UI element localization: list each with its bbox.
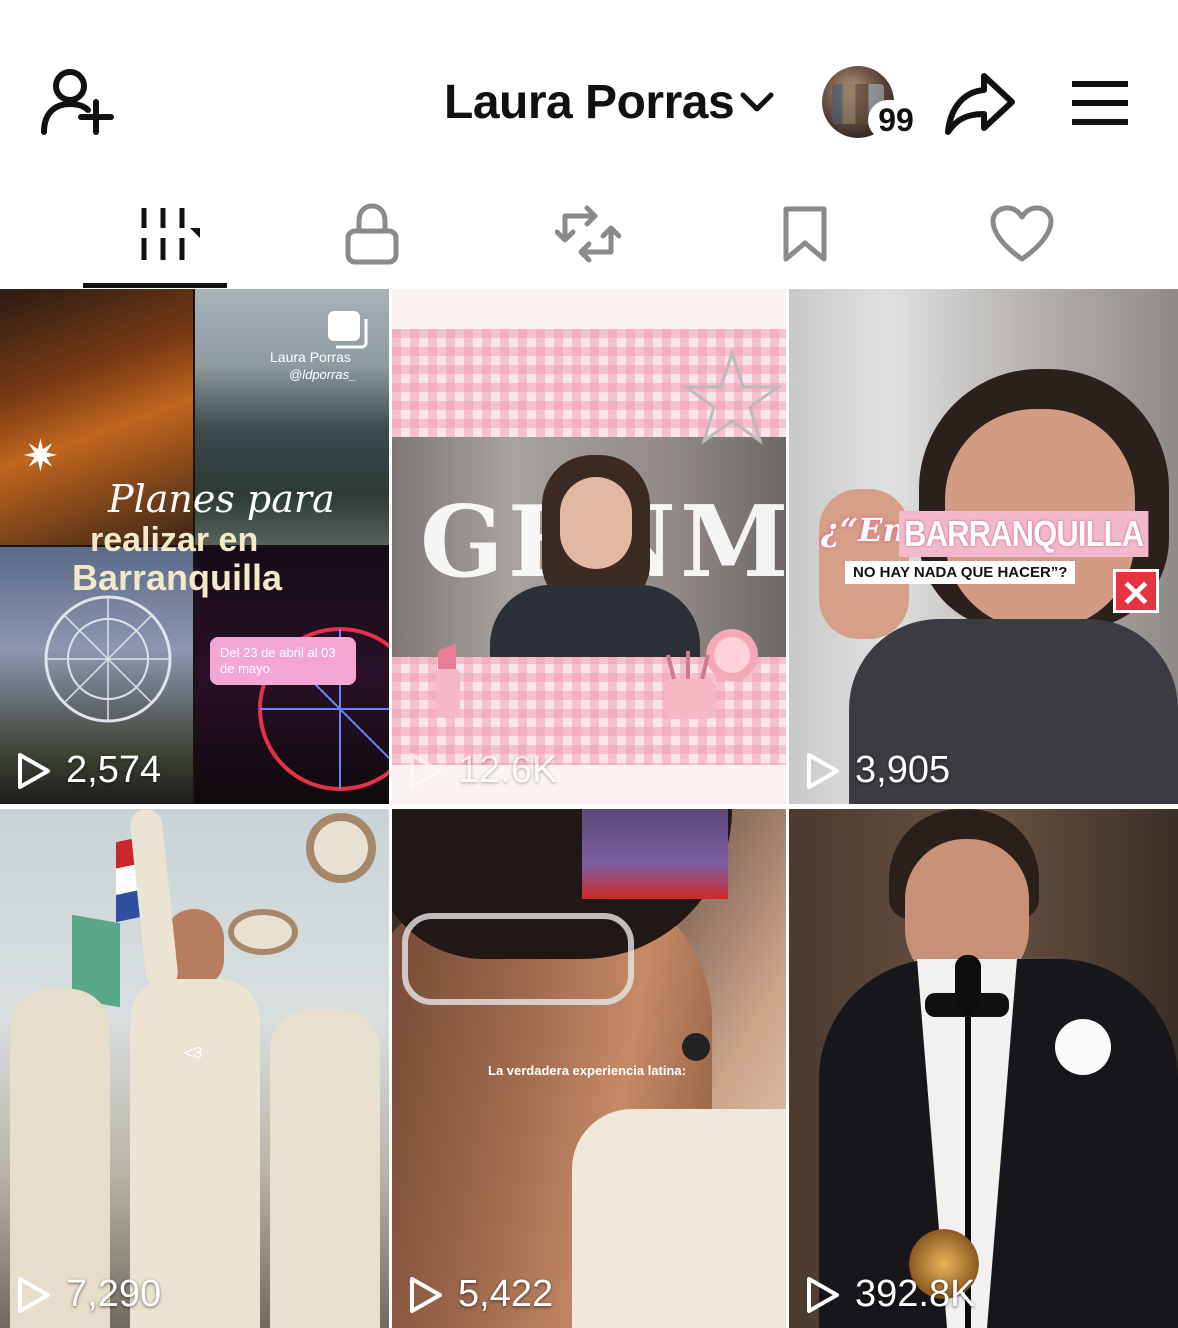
overlay-subtitle: NO HAY NADA QUE HACER”? xyxy=(845,561,1076,584)
video-thumbnail[interactable]: <3 7,290 xyxy=(0,809,389,1328)
account-switcher[interactable]: Laura Porras xyxy=(444,72,774,132)
add-user-icon[interactable] xyxy=(40,68,114,136)
ferris-wheel-graphic xyxy=(44,595,172,723)
video-thumbnail[interactable]: ✷ Laura Porras @ldporras_ Planes para re… xyxy=(0,289,389,804)
overlay-date-note: Del 23 de abril al 03 de mayo. xyxy=(210,637,356,685)
sparkle-icon: ✷ xyxy=(22,432,59,481)
heart-icon xyxy=(990,205,1054,262)
tab-videos[interactable] xyxy=(83,180,227,288)
view-count-text: 2,574 xyxy=(66,749,162,791)
profile-name: Laura Porras xyxy=(444,75,735,129)
share-icon[interactable] xyxy=(944,70,1016,136)
overlay-city: BARRANQUILLA xyxy=(899,511,1149,557)
bookmark-icon xyxy=(783,206,827,262)
overlay-prefix: ¿“En xyxy=(821,511,906,549)
lipstick-icon xyxy=(436,643,460,717)
view-count: 7,290 xyxy=(16,1273,161,1316)
friends-avatar[interactable]: 99 xyxy=(822,66,924,142)
view-count: 12.6K xyxy=(408,749,557,792)
view-count-text: 12.6K xyxy=(458,749,558,791)
overlay-handle: @ldporras_ xyxy=(289,367,357,382)
overlay-handle-name: Laura Porras xyxy=(270,349,351,365)
overlay-title-line1: realizar en xyxy=(90,521,259,559)
video-thumbnail[interactable]: ¿“En BARRANQUILLA NO HAY NADA QUE HACER”… xyxy=(789,289,1178,804)
lock-icon xyxy=(345,203,399,265)
play-icon xyxy=(18,1276,50,1313)
makeup-brushes-icon xyxy=(664,629,758,719)
view-count-text: 392.8K xyxy=(855,1273,976,1315)
overlay-script-title: Planes para xyxy=(108,477,335,521)
profile-tabs xyxy=(0,180,1178,288)
view-count-text: 5,422 xyxy=(458,1273,554,1315)
video-thumbnail[interactable]: La verdadera experiencia latina: 5,422 xyxy=(392,809,786,1328)
multi-photo-icon xyxy=(328,311,368,349)
headset-mic-icon xyxy=(682,1033,710,1061)
view-count-text: 7,290 xyxy=(66,1273,162,1315)
play-icon xyxy=(410,752,442,789)
view-count: 3,905 xyxy=(805,749,950,792)
glasses-graphic xyxy=(402,913,634,1005)
tab-favorites[interactable] xyxy=(755,180,855,288)
tambourine-icon xyxy=(306,813,376,883)
person-figure xyxy=(819,809,1178,1328)
close-icon: ✕ xyxy=(1113,569,1159,614)
menu-icon[interactable] xyxy=(1070,80,1130,126)
active-tab-indicator xyxy=(83,283,227,288)
view-count: 5,422 xyxy=(408,1273,553,1316)
chevron-down-icon xyxy=(740,92,774,112)
performer-figure xyxy=(120,809,260,1328)
overlay-title-line2: Barranquilla xyxy=(72,557,283,598)
overlay-caption: La verdadera experiencia latina: xyxy=(488,1063,686,1078)
video-thumbnail[interactable]: 392.8K xyxy=(789,809,1178,1328)
star-icon xyxy=(682,349,782,445)
microphone-icon xyxy=(955,955,981,1009)
inset-clip xyxy=(582,809,728,899)
play-icon xyxy=(807,752,839,789)
tab-private[interactable] xyxy=(322,180,422,288)
repost-icon xyxy=(555,205,621,263)
tab-liked[interactable] xyxy=(972,180,1072,288)
play-icon xyxy=(18,752,50,789)
play-icon xyxy=(410,1276,442,1313)
grid-icon xyxy=(141,208,200,260)
view-count-text: 3,905 xyxy=(855,749,951,791)
video-grid: ✷ Laura Porras @ldporras_ Planes para re… xyxy=(0,289,1178,1328)
performer-figure-right xyxy=(270,1009,380,1328)
view-count: 392.8K xyxy=(805,1273,975,1316)
overlay-caption: <3 xyxy=(184,1045,203,1062)
shirt-shape xyxy=(572,1109,786,1328)
notification-badge: 99 xyxy=(868,100,924,140)
play-icon xyxy=(807,1276,839,1313)
tab-reposts[interactable] xyxy=(538,180,638,288)
profile-header: Laura Porras 99 xyxy=(0,0,1178,180)
video-thumbnail[interactable]: GENM 12.6K xyxy=(392,289,786,804)
view-count: 2,574 xyxy=(16,749,161,792)
